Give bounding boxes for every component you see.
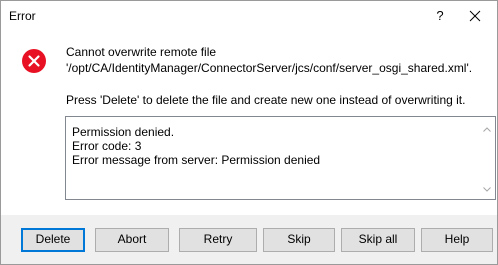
error-icon	[22, 49, 46, 73]
skip-button[interactable]: Skip	[263, 228, 335, 252]
details-line: Permission denied.	[72, 125, 175, 139]
error-details-box[interactable]: Permission denied. Error code: 3 Error m…	[65, 116, 496, 200]
error-message-hint: Press 'Delete' to delete the file and cr…	[66, 93, 466, 107]
scroll-down-icon[interactable]	[479, 181, 495, 197]
window-title: Error	[9, 9, 36, 23]
help-title-button[interactable]: ?	[429, 6, 451, 26]
delete-button[interactable]: Delete	[21, 228, 85, 252]
details-line: Error code: 3	[72, 139, 142, 153]
close-icon	[469, 10, 481, 22]
details-scrollbar[interactable]	[479, 117, 495, 199]
scroll-up-icon[interactable]	[479, 121, 495, 137]
abort-button[interactable]: Abort	[95, 228, 169, 252]
error-dialog: Error ? Cannot overwrite remote file '/o…	[0, 0, 498, 265]
skip-all-button[interactable]: Skip all	[341, 228, 415, 252]
help-button[interactable]: Help	[421, 228, 493, 252]
retry-button[interactable]: Retry	[179, 228, 257, 252]
title-bar[interactable]: Error ?	[1, 1, 497, 31]
error-message-path: '/opt/CA/IdentityManager/ConnectorServer…	[66, 61, 473, 75]
error-details-text: Permission denied. Error code: 3 Error m…	[72, 125, 320, 167]
close-button[interactable]	[461, 5, 489, 27]
details-line: Error message from server: Permission de…	[72, 153, 321, 167]
error-message-title: Cannot overwrite remote file	[66, 45, 217, 59]
